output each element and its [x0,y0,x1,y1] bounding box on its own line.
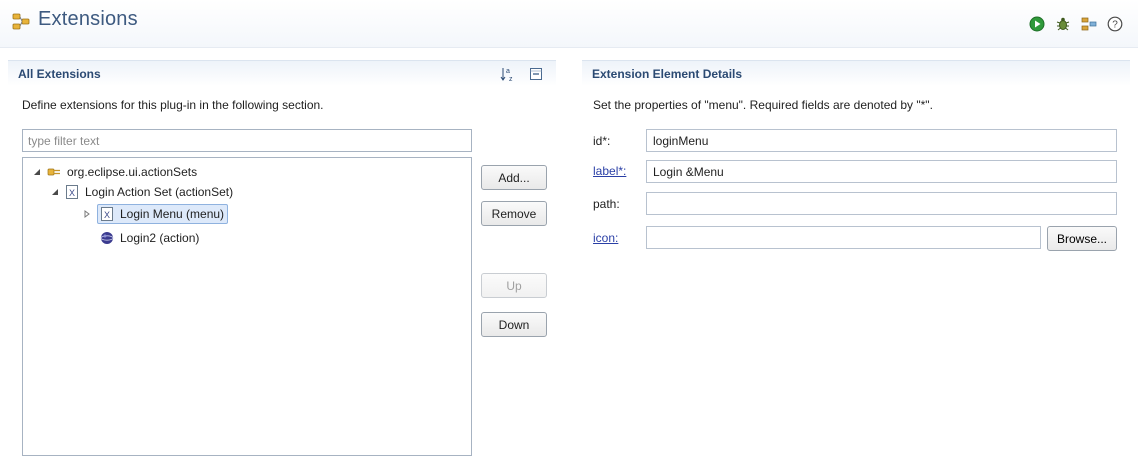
svg-text:X: X [104,210,110,220]
help-icon[interactable]: ? [1106,15,1124,33]
xml-element-icon: X [65,185,79,199]
filter-input[interactable] [22,129,472,152]
element-details-section-header: Extension Element Details [582,60,1130,86]
add-button[interactable]: Add... [481,165,547,190]
element-details-description: Set the properties of "menu". Required f… [593,98,933,112]
all-extensions-section-header: All Extensions [8,60,556,86]
tree-item-action-set[interactable]: X Login Action Set (actionSet) [49,182,233,202]
svg-text:a: a [506,68,510,75]
down-button[interactable]: Down [481,312,547,337]
tree-item-label: Login Action Set (actionSet) [85,185,234,199]
icon-field-link[interactable]: icon: [593,231,618,245]
svg-text:z: z [509,76,513,82]
browse-button[interactable]: Browse... [1047,226,1117,251]
run-icon[interactable] [1028,15,1046,33]
tree-item-label: Login2 (action) [120,231,200,245]
tree-item-login-menu[interactable]: X Login Menu (menu) [81,204,229,224]
section-title: Extension Element Details [592,67,743,81]
icon-field[interactable] [646,226,1041,249]
up-button[interactable]: Up [481,273,547,298]
remove-button[interactable]: Remove [481,201,547,226]
sort-alphabetical-icon[interactable]: a z [500,66,516,83]
collapse-all-icon[interactable] [528,66,544,82]
debug-icon[interactable] [1054,15,1072,33]
action-icon [100,231,114,245]
label-field[interactable] [646,160,1117,183]
collapsed-twisty-icon[interactable] [81,208,93,220]
tree-item-label: Login Menu (menu) [120,207,225,221]
plugin-icon[interactable] [1080,15,1098,33]
id-field[interactable] [646,129,1117,152]
extensions-tree[interactable]: org.eclipse.ui.actionSets X Login Action… [22,157,472,456]
xml-element-icon: X [100,207,114,221]
path-field-label: path: [593,197,620,211]
tree-item-login2-action[interactable]: Login2 (action) [100,228,199,248]
extension-point-icon [47,165,61,179]
expanded-twisty-icon[interactable] [49,186,61,198]
path-field[interactable] [646,192,1117,215]
svg-text:?: ? [1112,20,1118,31]
tree-item-label: org.eclipse.ui.actionSets [67,165,198,179]
id-field-label: id*: [593,134,611,148]
section-title: All Extensions [18,67,101,81]
label-field-link[interactable]: label*: [593,164,626,178]
page-title: Extensions [38,8,138,30]
svg-text:X: X [69,188,75,198]
extensions-icon [12,12,30,30]
editor-header: Extensions ? [0,0,1138,48]
tree-item-actionsets[interactable]: org.eclipse.ui.actionSets [31,162,197,182]
all-extensions-description: Define extensions for this plug-in in th… [22,98,324,112]
expanded-twisty-icon[interactable] [31,166,43,178]
